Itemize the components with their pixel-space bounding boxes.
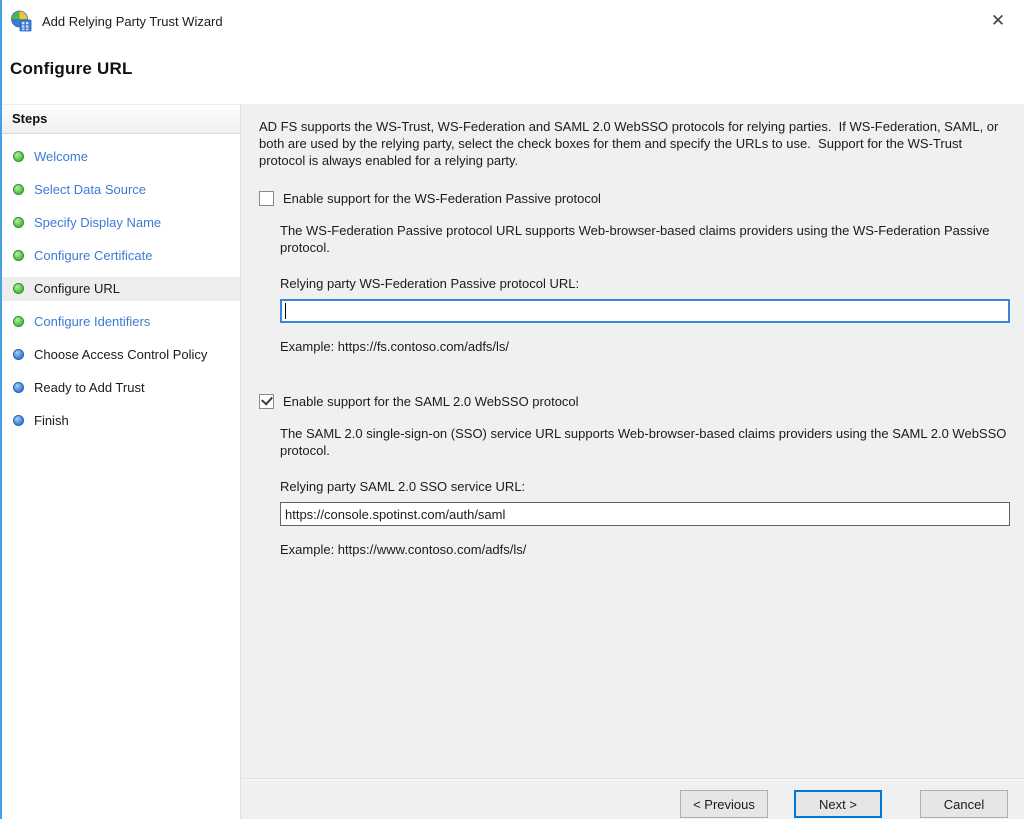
sidebar-item-choose-access-control-policy: Choose Access Control Policy <box>2 343 240 367</box>
step-bullet-icon <box>13 382 24 393</box>
step-label: Specify Display Name <box>34 215 161 231</box>
step-bullet-icon <box>13 349 24 360</box>
saml-checkbox[interactable] <box>259 394 274 409</box>
step-label: Configure Certificate <box>34 248 153 264</box>
sidebar-item-configure-certificate[interactable]: Configure Certificate <box>2 244 240 268</box>
saml-checkbox-row[interactable]: Enable support for the SAML 2.0 WebSSO p… <box>259 393 1010 410</box>
wizard-content: AD FS supports the WS-Trust, WS-Federati… <box>241 104 1024 819</box>
step-label: Choose Access Control Policy <box>34 347 207 363</box>
sidebar-item-select-data-source[interactable]: Select Data Source <box>2 178 240 202</box>
steps-sidebar: Steps Welcome Select Data Source Specify D… <box>2 104 241 819</box>
wizard-footer: < Previous Next > Cancel <box>241 778 1024 819</box>
saml-example: Example: https://www.contoso.com/adfs/ls… <box>280 541 1010 558</box>
wsfed-section: The WS-Federation Passive protocol URL s… <box>280 222 1010 355</box>
sidebar-item-welcome[interactable]: Welcome <box>2 145 240 169</box>
step-bullet-icon <box>13 217 24 228</box>
step-bullet-icon <box>13 316 24 327</box>
saml-section: The SAML 2.0 single-sign-on (SSO) servic… <box>280 425 1010 558</box>
wsfed-checkbox-label: Enable support for the WS-Federation Pas… <box>283 190 601 207</box>
saml-url-label: Relying party SAML 2.0 SSO service URL: <box>280 478 1010 495</box>
saml-checkbox-label: Enable support for the SAML 2.0 WebSSO p… <box>283 393 579 410</box>
sidebar-item-finish: Finish <box>2 409 240 433</box>
text-cursor <box>285 303 286 319</box>
wsfed-url-input[interactable] <box>280 299 1010 323</box>
step-bullet-icon <box>13 250 24 261</box>
previous-button[interactable]: < Previous <box>680 790 768 818</box>
step-bullet-icon <box>13 184 24 195</box>
step-label: Ready to Add Trust <box>34 380 145 396</box>
adfs-wizard-icon <box>10 10 32 32</box>
heading-area: Configure URL <box>2 42 1024 104</box>
step-label: Finish <box>34 413 69 429</box>
close-icon[interactable]: ✕ <box>986 9 1010 33</box>
steps-header: Steps <box>2 105 240 134</box>
step-bullet-icon <box>13 415 24 426</box>
saml-description: The SAML 2.0 single-sign-on (SSO) servic… <box>280 425 1010 459</box>
steps-list: Welcome Select Data Source Specify Display… <box>2 134 240 442</box>
intro-text: AD FS supports the WS-Trust, WS-Federati… <box>259 118 1010 169</box>
step-label: Welcome <box>34 149 88 165</box>
sidebar-item-ready-to-add-trust: Ready to Add Trust <box>2 376 240 400</box>
step-label: Configure Identifiers <box>34 314 150 330</box>
wsfed-example: Example: https://fs.contoso.com/adfs/ls/ <box>280 338 1010 355</box>
step-label: Configure URL <box>34 281 120 297</box>
wsfed-checkbox-row[interactable]: Enable support for the WS-Federation Pas… <box>259 190 1010 207</box>
step-label: Select Data Source <box>34 182 146 198</box>
saml-url-input[interactable] <box>280 502 1010 526</box>
title-bar: Add Relying Party Trust Wizard ✕ <box>2 0 1024 42</box>
wsfed-description: The WS-Federation Passive protocol URL s… <box>280 222 1010 256</box>
sidebar-item-specify-display-name[interactable]: Specify Display Name <box>2 211 240 235</box>
wsfed-checkbox[interactable] <box>259 191 274 206</box>
step-bullet-icon <box>13 151 24 162</box>
page-title: Configure URL <box>10 59 1024 79</box>
step-bullet-icon <box>13 283 24 294</box>
window-title: Add Relying Party Trust Wizard <box>42 14 986 29</box>
sidebar-item-configure-url: Configure URL <box>2 277 240 301</box>
cancel-button[interactable]: Cancel <box>920 790 1008 818</box>
sidebar-item-configure-identifiers[interactable]: Configure Identifiers <box>2 310 240 334</box>
next-button[interactable]: Next > <box>794 790 882 818</box>
wsfed-url-label: Relying party WS-Federation Passive prot… <box>280 275 1010 292</box>
